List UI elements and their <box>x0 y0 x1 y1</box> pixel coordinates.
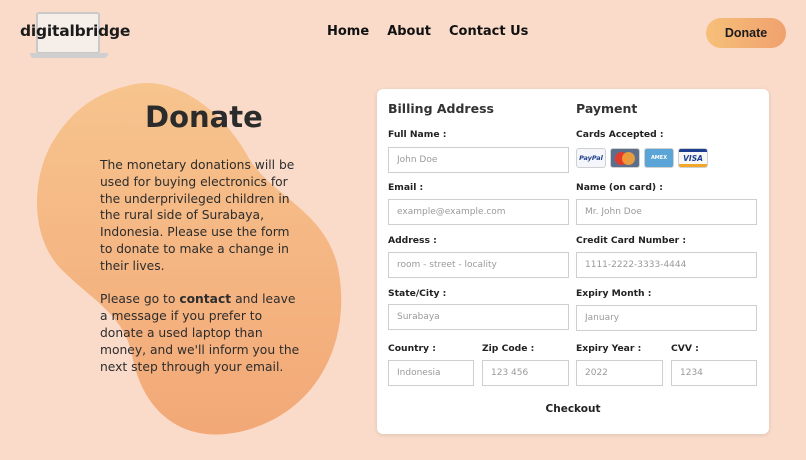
state-city-input[interactable] <box>388 304 569 330</box>
page-title: Donate <box>145 100 263 134</box>
expiry-year-label: Expiry Year : <box>576 343 642 354</box>
name-on-card-input[interactable] <box>576 199 757 225</box>
full-name-label: Full Name : <box>388 129 447 140</box>
full-name-input[interactable] <box>388 147 569 173</box>
accepted-cards: PayPal AMEX VISA <box>576 148 708 168</box>
nav-contact-us[interactable]: Contact Us <box>449 24 528 39</box>
card-number-label: Credit Card Number : <box>576 235 687 246</box>
hero-paragraph-2: Please go to contact and leave a message… <box>100 291 300 375</box>
payment-title: Payment <box>576 101 638 116</box>
main-nav: Home About Contact Us <box>327 24 528 39</box>
hero-description: The monetary donations will be used for … <box>100 157 300 375</box>
laptop-base <box>30 53 108 58</box>
cvv-label: CVV : <box>671 343 699 354</box>
expiry-month-label: Expiry Month : <box>576 288 652 299</box>
hero-paragraph-1: The monetary donations will be used for … <box>100 158 295 273</box>
hero-paragraph-2-prefix: Please go to <box>100 292 180 307</box>
cards-accepted-label: Cards Accepted : <box>576 129 664 140</box>
country-label: Country : <box>388 343 436 354</box>
mastercard-icon <box>610 148 640 168</box>
country-input[interactable] <box>388 360 474 386</box>
card-number-input[interactable] <box>576 252 757 278</box>
zip-code-label: Zip Code : <box>482 343 535 354</box>
email-label: Email : <box>388 182 424 193</box>
nav-home[interactable]: Home <box>327 24 369 39</box>
name-on-card-label: Name (on card) : <box>576 182 663 193</box>
paypal-icon: PayPal <box>576 148 606 168</box>
address-input[interactable] <box>388 252 569 278</box>
donation-form: Billing Address Full Name : Email : Addr… <box>377 89 769 434</box>
header-donate-button[interactable]: Donate <box>706 18 786 48</box>
visa-icon: VISA <box>678 148 708 168</box>
address-label: Address : <box>388 235 437 246</box>
nav-about[interactable]: About <box>387 24 431 39</box>
state-city-label: State/City : <box>388 288 447 299</box>
email-input[interactable] <box>388 199 569 225</box>
expiry-year-input[interactable] <box>576 360 663 386</box>
amex-icon: AMEX <box>644 148 674 168</box>
checkout-button[interactable]: Checkout <box>527 400 619 418</box>
logo[interactable]: digitalbridge <box>20 10 130 58</box>
brand-name: digitalbridge <box>20 22 131 40</box>
expiry-month-input[interactable] <box>576 305 757 331</box>
billing-title: Billing Address <box>388 101 494 116</box>
cvv-input[interactable] <box>671 360 757 386</box>
zip-code-input[interactable] <box>482 360 569 386</box>
contact-link[interactable]: contact <box>179 292 231 306</box>
